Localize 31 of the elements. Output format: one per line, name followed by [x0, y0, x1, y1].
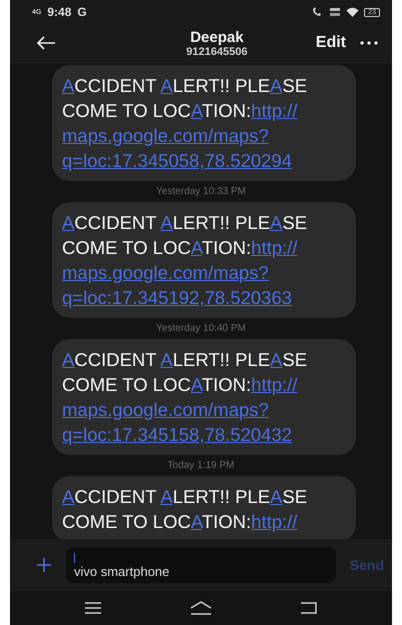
- clock-time: 9:48: [47, 5, 72, 19]
- carrier-label: G: [77, 5, 87, 19]
- timestamp: Yesterday 10:33 PM: [155, 185, 247, 199]
- message-link[interactable]: http://: [251, 237, 298, 258]
- message-link[interactable]: http://: [251, 100, 298, 121]
- edit-button[interactable]: Edit: [316, 34, 346, 52]
- message-input[interactable]: vivo smartphone: [66, 547, 336, 583]
- message-text: ACCIDENT ALERT!! PLEASE COME TO LOCATION:http:// maps.google.com/maps? q=loc:17.345058,78.520294: [62, 74, 308, 173]
- more-icon[interactable]: [360, 41, 378, 45]
- contact-name: Deepak: [189, 28, 245, 46]
- message-text: ACCIDENT ALERT!! PLEASE COME TO LOCATION:http:// maps.google.com/maps? q=loc:17.345192,78.520363: [62, 211, 308, 310]
- message-text: ACCIDENT ALERT!! PLEASE COME TO LOCATION:http:// maps.google.com/maps? q=loc:17.345158,78.520432: [62, 348, 308, 447]
- add-icon[interactable]: [36, 557, 52, 573]
- home-icon[interactable]: [190, 601, 212, 615]
- message-text: ACCIDENT ALERT!! PLEASE COME TO LOCATION:http://: [62, 485, 308, 534]
- message-link[interactable]: maps.google.com/maps?: [62, 399, 269, 420]
- message-link[interactable]: maps.google.com/maps?: [62, 262, 269, 283]
- message-link[interactable]: q=loc:17.345192,78.520363: [62, 287, 292, 308]
- message-link[interactable]: http://: [251, 511, 298, 532]
- contact-number: 9121645506: [185, 46, 248, 58]
- menu-icon[interactable]: [84, 602, 102, 614]
- text-cursor: [74, 553, 75, 563]
- message-link[interactable]: http://: [251, 374, 298, 395]
- back-icon[interactable]: [36, 35, 56, 51]
- message-link[interactable]: maps.google.com/maps?: [62, 125, 269, 146]
- timestamp: Today 1:19 PM: [166, 459, 236, 473]
- wifi-icon: [346, 7, 360, 17]
- back-nav-icon[interactable]: [300, 602, 318, 614]
- message-link[interactable]: q=loc:17.345058,78.520294: [62, 150, 292, 171]
- message-link[interactable]: q=loc:17.345158,78.520432: [62, 424, 292, 445]
- timestamp: Yesterday 10:40 PM: [155, 322, 247, 336]
